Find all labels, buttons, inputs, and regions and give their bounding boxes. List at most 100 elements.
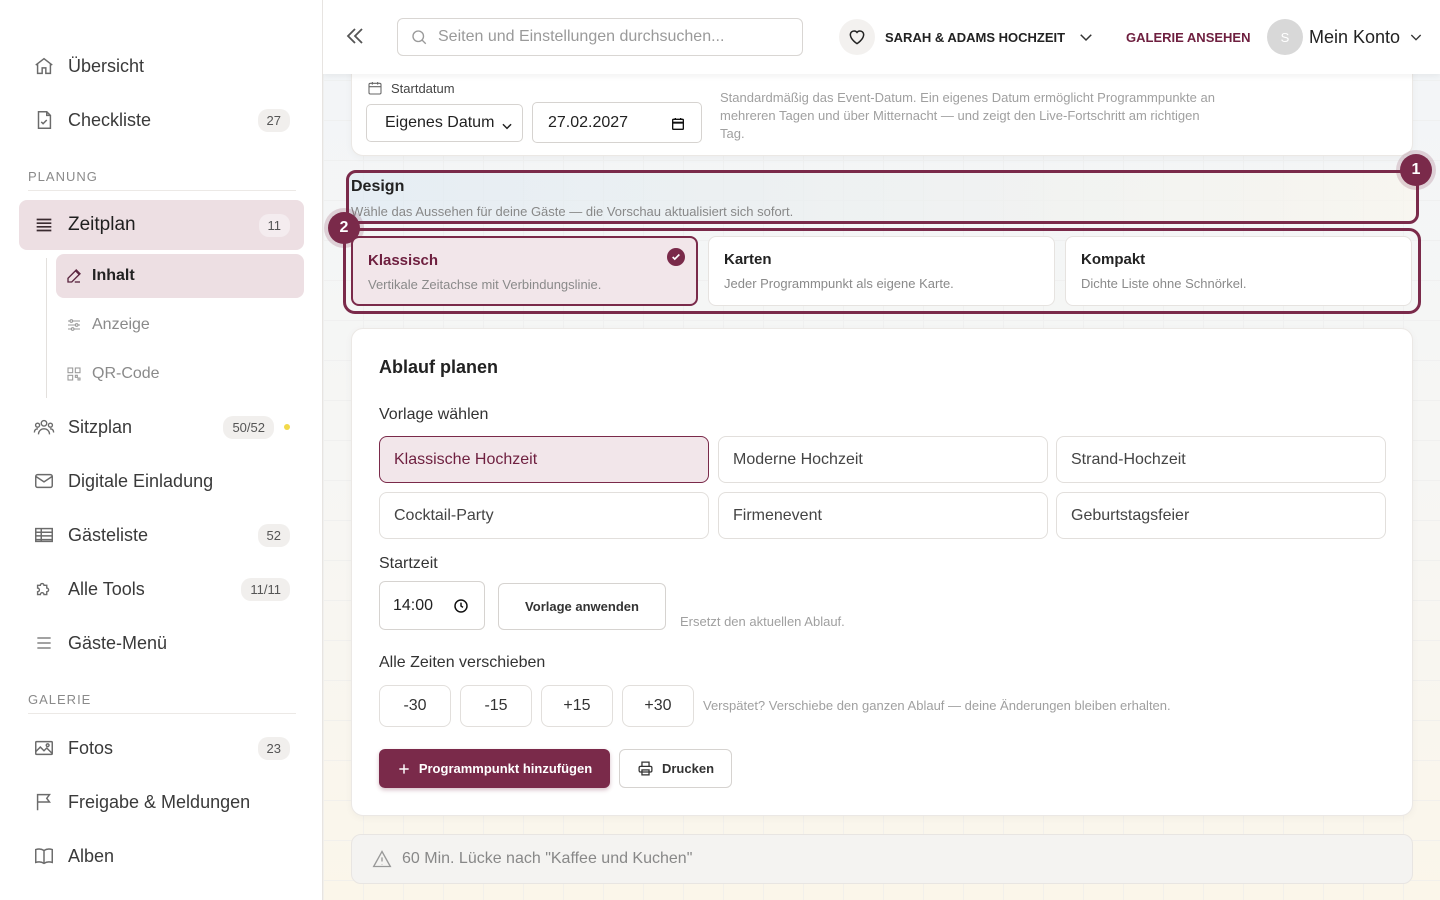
date-mode-select[interactable]: Eigenes Datum (366, 104, 523, 142)
collapse-sidebar-icon[interactable] (343, 24, 367, 48)
heart-icon (839, 19, 875, 55)
template-option[interactable]: Cocktail-Party (379, 492, 709, 539)
calendar-icon (367, 80, 383, 96)
sidebar-subitem-label: Inhalt (92, 267, 135, 284)
template-option[interactable]: Geburtstagsfeier (1056, 492, 1386, 539)
gap-warning: 60 Min. Lücke nach "Kaffee und Kuchen" (351, 834, 1413, 884)
start-date-input[interactable]: 27.02.2027 (532, 102, 702, 143)
sidebar-item-label: Alben (68, 845, 115, 866)
sidebar-subitem-label: QR-Code (92, 365, 160, 382)
layout-option-kompakt[interactable]: Kompakt Dichte Liste ohne Schnörkel. (1065, 236, 1412, 306)
sidebar-item-alben[interactable]: Alben (19, 832, 304, 880)
startdatum-label-text: Startdatum (391, 80, 455, 96)
design-title: Design (351, 178, 405, 195)
shift-button[interactable]: +15 (541, 685, 613, 727)
sidebar-subitem-anzeige[interactable]: Anzeige (56, 303, 304, 347)
sidebar-item-zeitplan[interactable]: Zeitplan 11 (19, 200, 304, 250)
account-menu[interactable]: S Mein Konto (1267, 18, 1424, 56)
section-label-galerie: GALERIE (28, 692, 92, 707)
count-badge: 27 (257, 108, 290, 132)
submenu-line (46, 258, 47, 398)
section-title: Ablauf planen (379, 357, 499, 377)
edit-icon (56, 267, 92, 285)
sidebar-item-freigabe[interactable]: Freigabe & Meldungen (19, 778, 304, 826)
sidebar-item-label: Gästeliste (68, 524, 149, 545)
sidebar-item-label: Freigabe & Meldungen (68, 791, 251, 812)
layout-option-desc: Dichte Liste ohne Schnörkel. (1081, 276, 1247, 291)
count-badge: 52 (257, 523, 290, 547)
mail-icon (19, 470, 68, 492)
main-content: SARAH & ADAMS HOCHZEIT GALERIE ANSEHEN S… (323, 0, 1440, 900)
add-program-item-button[interactable]: Programmpunkt hinzufügen (379, 749, 610, 788)
qr-code-icon (56, 366, 92, 382)
event-selector[interactable]: SARAH & ADAMS HOCHZEIT (839, 18, 1095, 56)
shift-button[interactable]: -30 (379, 685, 451, 727)
galerie-ansehen-link[interactable]: GALERIE ANSEHEN (1126, 30, 1250, 45)
layout-option-title: Kompakt (1081, 251, 1146, 268)
check-icon (667, 248, 685, 266)
sidebar-item-label: Übersicht (68, 55, 145, 76)
search-icon (410, 28, 428, 46)
book-icon (19, 845, 68, 867)
search-input[interactable] (438, 28, 778, 46)
apply-template-button[interactable]: Vorlage anwenden (498, 583, 666, 630)
divider (28, 190, 296, 191)
sidebar-item-label: Fotos (68, 737, 114, 758)
plus-icon (397, 762, 411, 776)
sidebar-item-label: Checkliste (68, 109, 152, 130)
add-program-item-label: Programmpunkt hinzufügen (418, 761, 593, 776)
printer-icon (637, 760, 654, 777)
avatar: S (1267, 19, 1303, 55)
sidebar-item-label: Gäste-Menü (68, 632, 168, 653)
layout-option-klassisch[interactable]: Klassisch Vertikale Zeitachse mit Verbin… (351, 236, 698, 306)
starttime-input[interactable]: 14:00 (379, 581, 485, 630)
print-button[interactable]: Drucken (619, 749, 732, 788)
starttime-value: 14:00 (393, 596, 434, 614)
layout-option-karten[interactable]: Karten Jeder Programmpunkt als eigene Ka… (708, 236, 1055, 306)
sidebar-item-label: Alle Tools (68, 578, 145, 599)
sidebar-item-gaeste-menue[interactable]: Gäste-Menü (19, 619, 304, 667)
date-mode-value: Eigenes Datum (385, 114, 495, 131)
layout-option-desc: Jeder Programmpunkt als eigene Karte. (724, 276, 954, 291)
sidebar-item-uebersicht[interactable]: Übersicht (19, 42, 304, 90)
divider (28, 713, 296, 714)
search-box[interactable] (397, 18, 803, 56)
sidebar-item-gaesteliste[interactable]: Gästeliste 52 (19, 511, 304, 559)
flag-icon (19, 791, 68, 813)
sidebar-item-label: Sitzplan (68, 416, 133, 437)
template-option[interactable]: Moderne Hochzeit (718, 436, 1048, 483)
puzzle-icon (19, 578, 68, 600)
chevron-down-icon (1077, 28, 1095, 46)
template-option[interactable]: Firmenevent (718, 492, 1048, 539)
sidebar-item-checkliste[interactable]: Checkliste 27 (19, 96, 304, 144)
shift-label: Alle Zeiten verschieben (379, 654, 546, 671)
sidebar-item-alle-tools[interactable]: Alle Tools 11/11 (19, 565, 304, 613)
sidebar-item-fotos[interactable]: Fotos 23 (19, 724, 304, 772)
image-icon (19, 737, 68, 759)
section-label-planung: PLANUNG (28, 169, 98, 184)
sidebar-item-digitale-einladung[interactable]: Digitale Einladung (19, 457, 304, 505)
warning-text: 60 Min. Lücke nach "Kaffee und Kuchen" (402, 850, 693, 867)
layout-option-desc: Vertikale Zeitachse mit Verbindungslinie… (368, 277, 602, 292)
startdatum-label: Startdatum (367, 80, 455, 96)
shift-button[interactable]: -15 (460, 685, 532, 727)
template-option[interactable]: Klassische Hochzeit (379, 436, 709, 483)
shift-button[interactable]: +30 (622, 685, 694, 727)
chevron-down-icon (1408, 29, 1424, 45)
home-icon (19, 55, 68, 77)
count-badge: 23 (257, 736, 290, 760)
users-icon (19, 416, 68, 438)
sidebar-subitem-inhalt[interactable]: Inhalt (56, 254, 304, 298)
table-icon (19, 524, 68, 546)
shift-hint: Verspätet? Verschiebe den ganzen Ablauf … (703, 698, 1171, 713)
ablauf-planen-card (351, 328, 1413, 816)
account-label: Mein Konto (1309, 26, 1401, 47)
status-dot (284, 424, 290, 430)
sliders-icon (56, 317, 92, 333)
list-icon (19, 214, 68, 236)
event-name: SARAH & ADAMS HOCHZEIT (885, 29, 1066, 45)
sidebar-subitem-qr-code[interactable]: QR-Code (56, 352, 304, 396)
sidebar-item-sitzplan[interactable]: Sitzplan 50/52 (19, 403, 304, 451)
warning-icon (372, 849, 392, 869)
template-option[interactable]: Strand-Hochzeit (1056, 436, 1386, 483)
